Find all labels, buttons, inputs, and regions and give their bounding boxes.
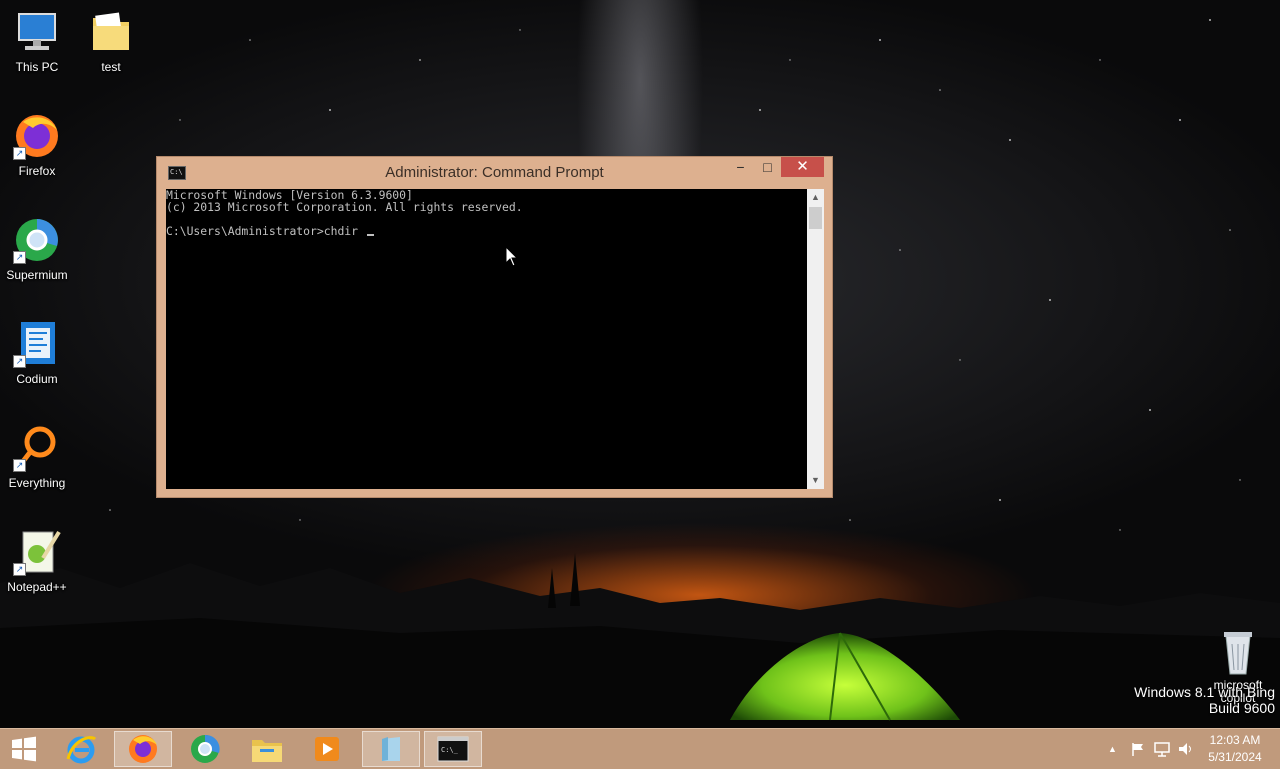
codium-icon: ↗ [13,320,61,368]
desktop-icon-label: Supermium [6,268,68,282]
shortcut-arrow-icon: ↗ [13,355,26,368]
folder-icon [252,740,282,762]
desktop-icon-codium[interactable]: ↗ Codium [0,320,74,386]
clock-date: 5/31/2024 [1208,750,1262,764]
taskbar-supermium[interactable] [176,731,234,767]
computer-icon [13,8,61,56]
mouse-pointer-icon [505,246,519,267]
supermium-icon [191,734,220,763]
start-button[interactable] [0,731,48,767]
maximize-button[interactable]: □ [754,157,781,177]
console-prompt-line[interactable]: C:\Users\Administrator>chdir [166,225,807,237]
everything-icon: ↗ [13,424,61,472]
desktop-icon-label: Notepad++ [7,580,67,594]
taskbar-firefox[interactable] [114,731,172,767]
desktop-icon-this-pc[interactable]: This PC [0,8,74,74]
mountain-silhouette [0,553,1280,728]
windows-logo-icon [12,736,36,762]
firefox-icon [129,735,157,763]
desktop: This PC test ↗ Firefox ↗ Supermium ↗ Cod… [0,0,1280,728]
shortcut-arrow-icon: ↗ [13,251,26,264]
window-titlebar[interactable]: C:\ Administrator: Command Prompt − □ ✕ [157,157,832,189]
close-button[interactable]: ✕ [781,157,824,177]
ie-icon [66,736,97,764]
watermark-build: Build 9600 [1208,700,1275,716]
show-hidden-icons-button[interactable]: ▲ [1108,729,1120,769]
watermark-edition: Windows 8.1 with Bing [1134,684,1275,700]
scrollbar-thumb[interactable] [809,207,822,229]
media-player-icon [315,737,339,761]
desktop-icon-supermium[interactable]: ↗ Supermium [0,216,74,282]
taskbar-notebook-app[interactable] [362,731,420,767]
desktop-icon-label: Everything [8,476,66,490]
scroll-down-arrow-icon[interactable]: ▼ [807,472,824,489]
minimize-button[interactable]: − [727,157,754,177]
volume-icon[interactable] [1177,729,1195,769]
scroll-up-arrow-icon[interactable]: ▲ [807,189,824,206]
supermium-icon: ↗ [13,216,61,264]
folder-icon [87,8,135,56]
console-prompt-text: C:\Users\Administrator>chdir [166,224,365,238]
vertical-scrollbar[interactable]: ▲ ▼ [807,189,824,489]
console-line: (c) 2013 Microsoft Corporation. All righ… [166,200,523,214]
console-output[interactable]: Microsoft Windows [Version 6.3.9600] (c)… [166,189,807,489]
desktop-icon-firefox[interactable]: ↗ Firefox [0,112,74,178]
notebook-icon [382,737,400,761]
desktop-icon-label: Firefox [18,164,56,178]
recycle-bin-icon [1224,632,1252,675]
desktop-icon-label: Codium [16,372,58,386]
tent-illustration [730,632,960,721]
taskbar-file-explorer[interactable] [238,731,296,767]
firefox-icon: ↗ [13,112,61,160]
shortcut-arrow-icon: ↗ [13,459,26,472]
cmd-icon: C:\_ [437,736,469,762]
action-center-flag-icon[interactable] [1130,729,1146,769]
desktop-icon-everything[interactable]: ↗ Everything [0,424,74,490]
taskbar-media-player[interactable] [298,731,356,767]
desktop-icon-label: test [101,60,121,74]
taskbar: C:\_ ▲ 12:03 AM 5/31/2024 [0,728,1280,769]
shortcut-arrow-icon: ↗ [13,563,26,576]
shortcut-arrow-icon: ↗ [13,147,26,160]
taskbar-clock[interactable]: 12:03 AM 5/31/2024 [1200,732,1270,766]
taskbar-command-prompt[interactable]: C:\_ [424,731,482,767]
svg-text:C:\_: C:\_ [441,746,459,754]
clock-time: 12:03 AM [1209,733,1261,747]
windows-watermark: Windows 8.1 with Bing Build 9600 [1134,684,1275,716]
desktop-icon-notepadpp[interactable]: ↗ Notepad++ [0,528,74,594]
network-icon[interactable] [1153,729,1171,769]
desktop-icon-label: This PC [15,60,59,74]
notepadpp-icon: ↗ [13,528,61,576]
taskbar-internet-explorer[interactable] [52,731,110,767]
command-prompt-window[interactable]: C:\ Administrator: Command Prompt − □ ✕ … [156,156,833,498]
desktop-icon-test[interactable]: test [74,8,148,74]
text-cursor [366,234,374,236]
